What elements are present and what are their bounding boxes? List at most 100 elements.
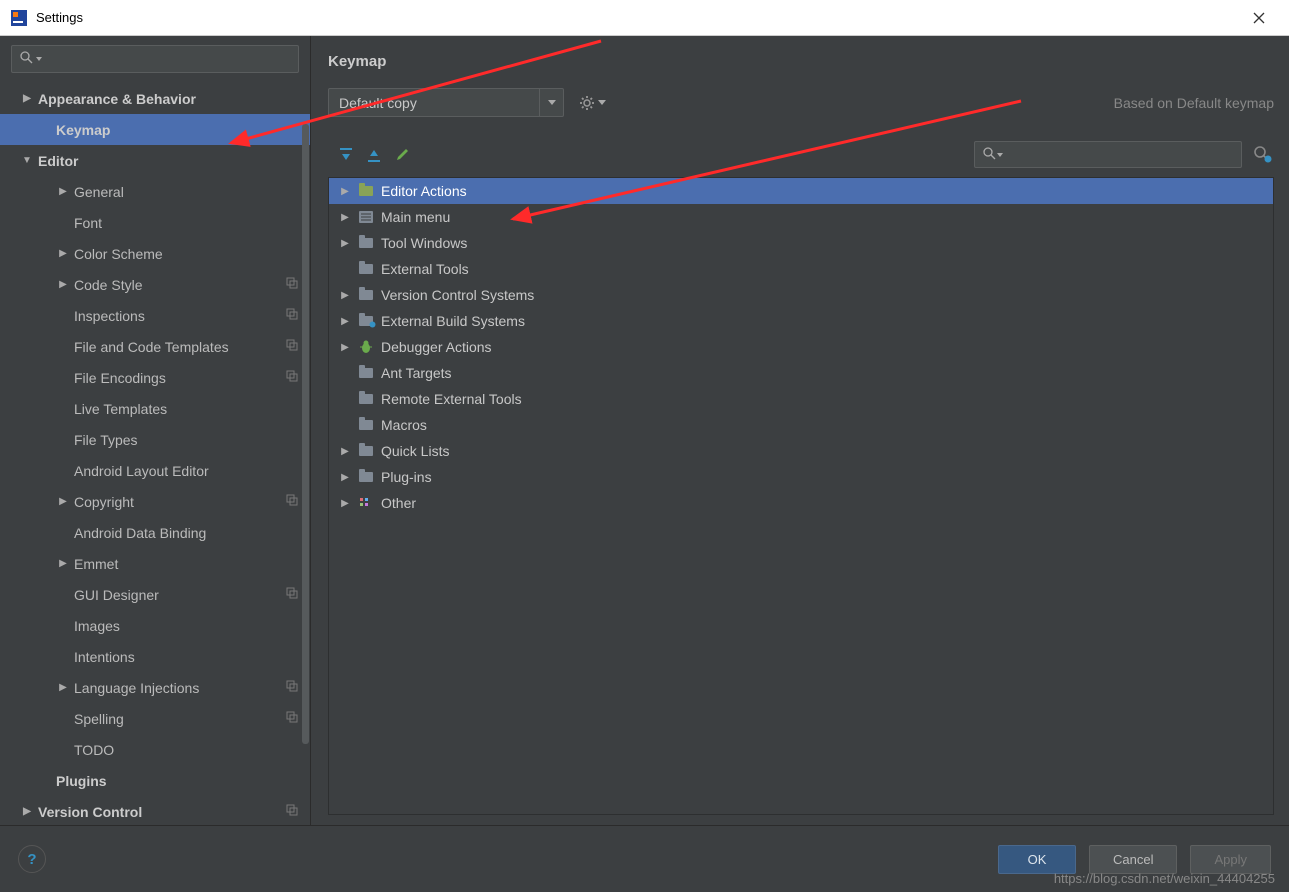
sidebar-item-intentions[interactable]: Intentions — [0, 641, 310, 672]
action-label: External Build Systems — [381, 313, 525, 329]
copy-scope-icon — [286, 339, 298, 354]
chevron-down-icon — [598, 100, 606, 105]
keymap-panel: Keymap Default copy Based on Default key… — [311, 36, 1289, 825]
action-search-input[interactable] — [974, 141, 1242, 168]
action-label: Ant Targets — [381, 365, 452, 381]
action-node-remote-external-tools[interactable]: ▶Remote External Tools — [329, 386, 1273, 412]
find-by-shortcut-button[interactable] — [1252, 144, 1274, 166]
sidebar-item-inspections[interactable]: Inspections — [0, 300, 310, 331]
action-node-ant-targets[interactable]: ▶Ant Targets — [329, 360, 1273, 386]
collapse-all-button[interactable] — [360, 143, 388, 167]
action-node-debugger-actions[interactable]: ▶Debugger Actions — [329, 334, 1273, 360]
action-node-tool-windows[interactable]: ▶Tool Windows — [329, 230, 1273, 256]
sidebar-item-label: Emmet — [74, 556, 118, 572]
folder-icon — [357, 235, 375, 251]
action-node-external-tools[interactable]: ▶External Tools — [329, 256, 1273, 282]
sidebar-item-font[interactable]: Font — [0, 207, 310, 238]
sidebar-item-editor[interactable]: ▼Editor — [0, 145, 310, 176]
action-node-editor-actions[interactable]: ▶ Editor Actions — [329, 178, 1273, 204]
sidebar-item-keymap[interactable]: Keymap — [0, 114, 310, 145]
titlebar: Settings — [0, 0, 1289, 36]
search-icon — [983, 147, 996, 163]
folder-icon — [357, 391, 375, 407]
action-label: Remote External Tools — [381, 391, 522, 407]
other-icon — [357, 495, 375, 511]
expand-arrow-icon: ▶ — [339, 238, 351, 249]
sidebar-item-label: Android Data Binding — [74, 525, 206, 541]
cancel-button[interactable]: Cancel — [1089, 845, 1177, 874]
copy-scope-icon — [286, 308, 298, 323]
action-node-macros[interactable]: ▶Macros — [329, 412, 1273, 438]
sidebar-item-label: Plugins — [56, 773, 107, 789]
sidebar-item-android-layout-editor[interactable]: Android Layout Editor — [0, 455, 310, 486]
search-icon — [20, 51, 33, 67]
expand-arrow-icon: ▶ — [339, 316, 351, 327]
expand-arrow-icon: ▶ — [339, 186, 351, 197]
sidebar-item-appearance-behavior[interactable]: ▶Appearance & Behavior — [0, 83, 310, 114]
expand-arrow-icon: ▶ — [58, 186, 68, 197]
sidebar-item-label: Spelling — [74, 711, 124, 727]
edit-shortcut-button[interactable] — [388, 143, 416, 167]
sidebar-item-version-control[interactable]: ▶Version Control — [0, 796, 310, 825]
sidebar-item-label: Inspections — [74, 308, 145, 324]
ok-button[interactable]: OK — [998, 845, 1076, 874]
sidebar-item-images[interactable]: Images — [0, 610, 310, 641]
sidebar-scrollbar[interactable] — [302, 124, 309, 744]
sidebar-item-file-encodings[interactable]: File Encodings — [0, 362, 310, 393]
sidebar-search-input[interactable] — [11, 45, 299, 73]
sidebar-item-language-injections[interactable]: ▶Language Injections — [0, 672, 310, 703]
expand-arrow-icon: ▶ — [339, 212, 351, 223]
folder-icon — [357, 443, 375, 459]
sidebar-item-file-types[interactable]: File Types — [0, 424, 310, 455]
action-node-external-build-systems[interactable]: ▶ External Build Systems — [329, 308, 1273, 334]
expand-arrow-icon: ▶ — [58, 682, 68, 693]
window-close-button[interactable] — [1239, 3, 1279, 33]
copy-scope-icon — [286, 370, 298, 385]
window-title: Settings — [36, 10, 1239, 25]
action-node-quick-lists[interactable]: ▶Quick Lists — [329, 438, 1273, 464]
action-label: Other — [381, 495, 416, 511]
action-node-plug-ins[interactable]: ▶Plug-ins — [329, 464, 1273, 490]
sidebar-item-label: Font — [74, 215, 102, 231]
expand-arrow-icon: ▶ — [339, 472, 351, 483]
expand-all-button[interactable] — [332, 143, 360, 167]
keymap-action-tree: ▶Editor Actions▶Main menu▶Tool Windows▶E… — [328, 177, 1274, 815]
action-node-main-menu[interactable]: ▶Main menu — [329, 204, 1273, 230]
collapse-all-icon — [366, 147, 382, 163]
sidebar-item-label: GUI Designer — [74, 587, 159, 603]
folder-icon — [357, 287, 375, 303]
sidebar-item-gui-designer[interactable]: GUI Designer — [0, 579, 310, 610]
sidebar-item-emmet[interactable]: ▶Emmet — [0, 548, 310, 579]
menu-icon — [357, 209, 375, 225]
sidebar-item-android-data-binding[interactable]: Android Data Binding — [0, 517, 310, 548]
sidebar-item-label: Android Layout Editor — [74, 463, 209, 479]
sidebar-item-live-templates[interactable]: Live Templates — [0, 393, 310, 424]
action-node-version-control-systems[interactable]: ▶Version Control Systems — [329, 282, 1273, 308]
dialog-button-bar: ? OK Cancel Apply https://blog.csdn.net/… — [0, 825, 1289, 892]
sidebar-item-general[interactable]: ▶General — [0, 176, 310, 207]
keymap-settings-gear[interactable] — [579, 95, 606, 111]
sidebar-item-spelling[interactable]: Spelling — [0, 703, 310, 734]
action-label: External Tools — [381, 261, 469, 277]
action-node-other[interactable]: ▶ Other — [329, 490, 1273, 516]
sidebar-item-copyright[interactable]: ▶Copyright — [0, 486, 310, 517]
chevron-down-icon — [548, 100, 556, 105]
action-label: Editor Actions — [381, 183, 467, 199]
ant-icon — [357, 365, 375, 381]
settings-tree: ▶Appearance & BehaviorKeymap▼Editor▶Gene… — [0, 79, 310, 825]
bug-icon — [357, 339, 375, 355]
sidebar-item-file-and-code-templates[interactable]: File and Code Templates — [0, 331, 310, 362]
sidebar-item-code-style[interactable]: ▶Code Style — [0, 269, 310, 300]
sidebar-item-todo[interactable]: TODO — [0, 734, 310, 765]
sidebar-item-label: File and Code Templates — [74, 339, 229, 355]
folder-icon — [357, 469, 375, 485]
expand-arrow-icon: ▶ — [339, 498, 351, 509]
sidebar-item-plugins[interactable]: Plugins — [0, 765, 310, 796]
combo-dropdown-button[interactable] — [539, 89, 563, 116]
keymap-scheme-combo[interactable]: Default copy — [328, 88, 564, 117]
expand-arrow-icon: ▶ — [58, 248, 68, 259]
help-button[interactable]: ? — [18, 845, 46, 873]
sidebar-item-color-scheme[interactable]: ▶Color Scheme — [0, 238, 310, 269]
pencil-icon — [395, 147, 410, 162]
apply-button[interactable]: Apply — [1190, 845, 1271, 874]
